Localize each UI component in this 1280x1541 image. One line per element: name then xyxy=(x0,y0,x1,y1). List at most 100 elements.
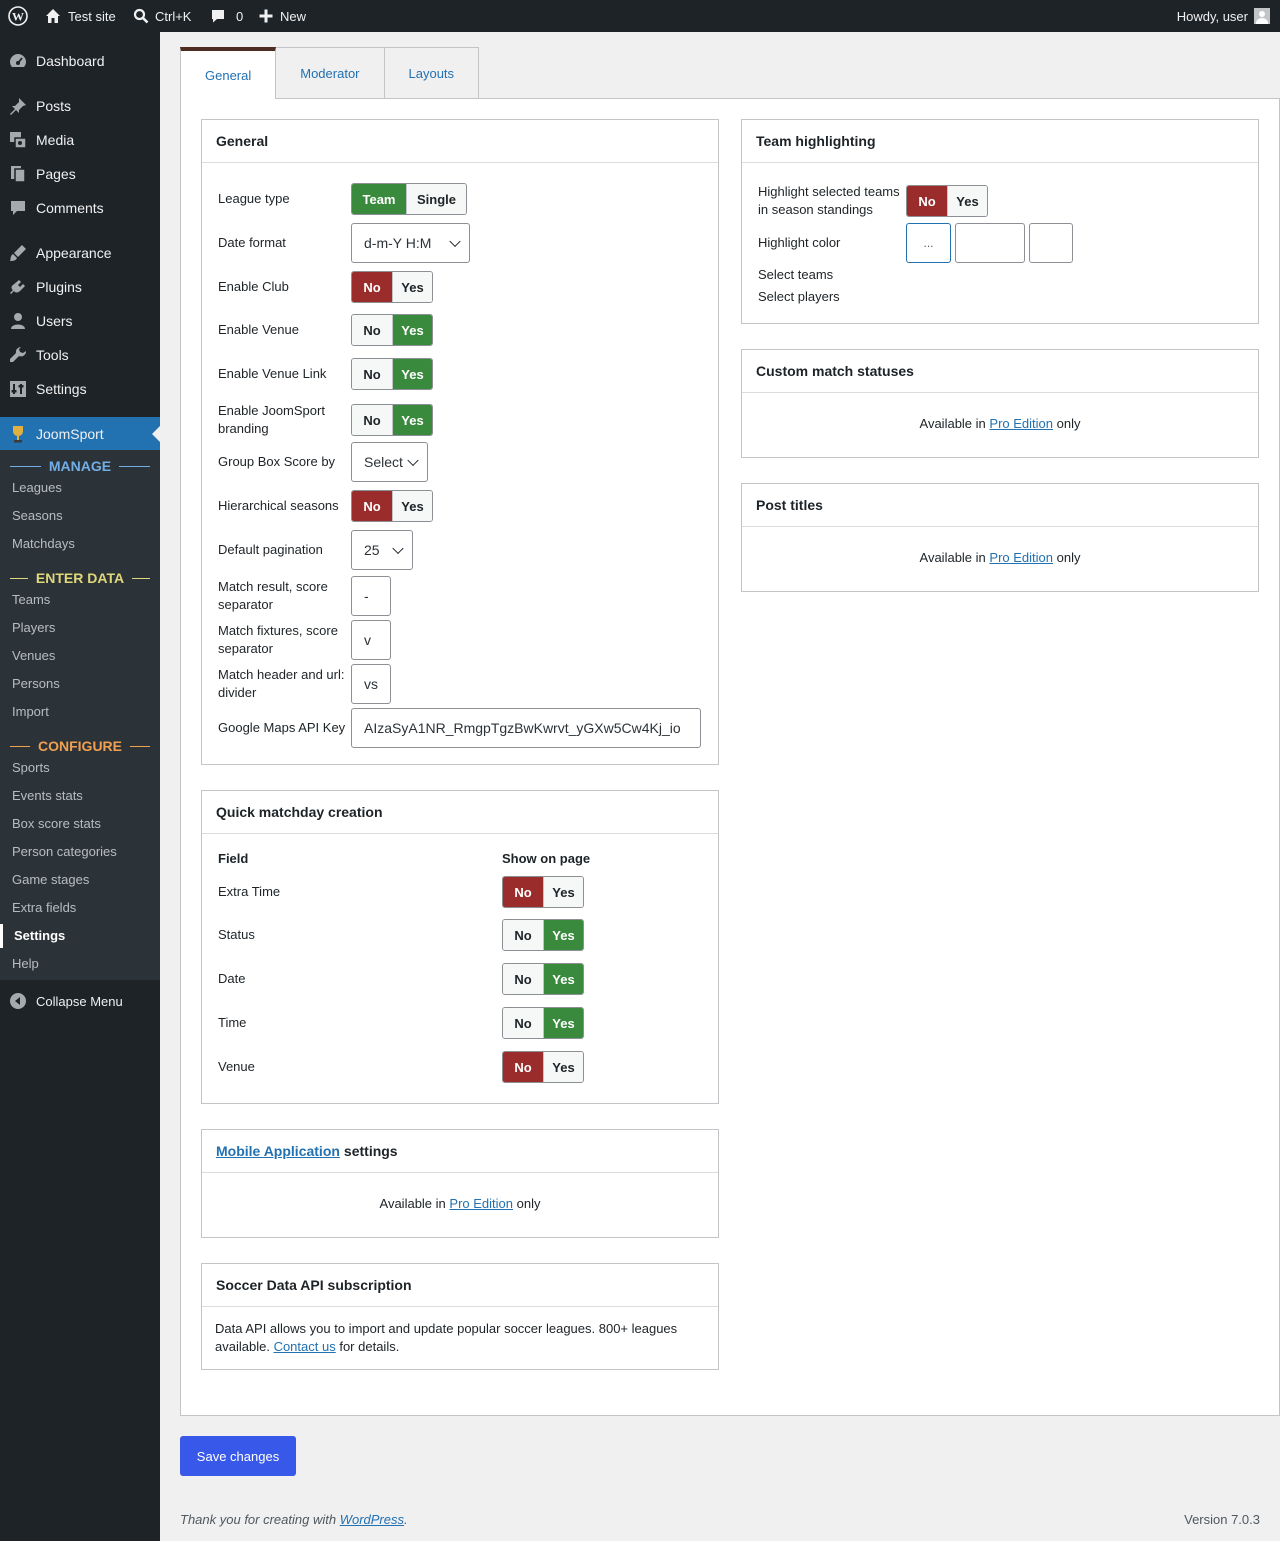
submenu-settings[interactable]: Settings xyxy=(14,926,65,946)
collapse-menu-button[interactable]: Collapse Menu xyxy=(0,984,160,1018)
current-item-indicator xyxy=(0,924,3,948)
enable-club-no[interactable]: No xyxy=(352,272,392,302)
enable-venue-yes[interactable]: Yes xyxy=(392,315,432,345)
enable-branding-no[interactable]: No xyxy=(352,405,392,435)
submenu-game-stages[interactable]: Game stages xyxy=(12,870,89,890)
comments-icon xyxy=(0,198,36,218)
command-search[interactable]: Ctrl+K xyxy=(133,0,191,32)
menu-dashboard[interactable]: Dashboard xyxy=(0,44,160,78)
admin-bar: W Test site Ctrl+K 0 New Howdy, user xyxy=(0,0,1280,32)
color-default-button[interactable] xyxy=(1029,223,1073,263)
enable-club-yes[interactable]: Yes xyxy=(392,272,432,302)
wordpress-link[interactable]: WordPress xyxy=(340,1512,404,1527)
submenu-box-score-stats[interactable]: Box score stats xyxy=(12,814,101,834)
menu-plugins[interactable]: Plugins xyxy=(0,270,160,304)
menu-pages[interactable]: Pages xyxy=(0,157,160,191)
maps-key-row: Google Maps API Key AIzaSyA1NR_RmgpTgzBw… xyxy=(218,708,701,748)
color-hex-input[interactable] xyxy=(955,223,1025,263)
date-format-select[interactable]: d-m-Y H:M xyxy=(351,223,470,263)
quick-extra-time-yes[interactable]: Yes xyxy=(543,877,583,907)
enable-venue-link-no[interactable]: No xyxy=(352,359,392,389)
quick-date-yes[interactable]: Yes xyxy=(543,964,583,994)
contact-us-link[interactable]: Contact us xyxy=(274,1339,336,1354)
fixtures-separator-label: Match fixtures, score separator xyxy=(218,623,338,656)
enable-venue-link-toggle: No Yes xyxy=(351,358,433,390)
mobile-pro-note: Available in Pro Edition only xyxy=(202,1196,718,1211)
header-divider-input[interactable]: vs xyxy=(351,664,391,704)
submenu-venues[interactable]: Venues xyxy=(12,646,55,666)
default-pagination-select[interactable]: 25 xyxy=(351,530,413,570)
tab-moderator[interactable]: Moderator xyxy=(275,47,385,99)
highlight-teams-no[interactable]: No xyxy=(907,186,947,216)
tab-general[interactable]: General xyxy=(180,47,277,99)
quick-venue-no[interactable]: No xyxy=(503,1052,543,1082)
highlight-teams-yes[interactable]: Yes xyxy=(947,186,987,216)
menu-joomsport[interactable]: JoomSport xyxy=(0,417,160,451)
enable-venue-label: Enable Venue xyxy=(218,322,299,337)
wordpress-logo-icon[interactable]: W xyxy=(8,0,28,32)
mobile-pro-edition-link[interactable]: Pro Edition xyxy=(449,1196,513,1211)
new-label: New xyxy=(280,8,307,24)
submenu-sports[interactable]: Sports xyxy=(12,758,50,778)
mobile-app-link[interactable]: Mobile Application xyxy=(216,1143,340,1159)
fixtures-separator-input[interactable]: v xyxy=(351,620,391,660)
site-name-link[interactable]: Test site xyxy=(44,0,116,32)
quick-extra-time-no[interactable]: No xyxy=(503,877,543,907)
save-changes-button[interactable]: Save changes xyxy=(180,1436,296,1476)
submenu-seasons[interactable]: Seasons xyxy=(12,506,63,526)
quick-status-no[interactable]: No xyxy=(503,920,543,950)
menu-settings[interactable]: Settings xyxy=(0,372,160,406)
group-box-score-select[interactable]: Select xyxy=(351,442,428,482)
post-titles-pro-edition-link[interactable]: Pro Edition xyxy=(989,550,1053,565)
hierarchical-seasons-no[interactable]: No xyxy=(352,491,392,521)
menu-posts[interactable]: Posts xyxy=(0,89,160,123)
submenu-players[interactable]: Players xyxy=(12,618,55,638)
enable-venue-link-yes[interactable]: Yes xyxy=(392,359,432,389)
mobile-pro-suffix: only xyxy=(516,1196,541,1211)
default-pagination-label: Default pagination xyxy=(218,542,323,557)
menu-users[interactable]: Users xyxy=(0,304,160,338)
result-separator-input[interactable]: - xyxy=(351,576,391,616)
menu-tools[interactable]: Tools xyxy=(0,338,160,372)
submenu-help[interactable]: Help xyxy=(12,954,39,974)
custom-statuses-pro-edition-link[interactable]: Pro Edition xyxy=(989,416,1053,431)
enable-branding-yes[interactable]: Yes xyxy=(392,405,432,435)
league-type-single-option[interactable]: Single xyxy=(406,184,466,214)
select-players-label[interactable]: Select players xyxy=(758,289,840,304)
quick-time-yes[interactable]: Yes xyxy=(543,1008,583,1038)
quick-time-no[interactable]: No xyxy=(503,1008,543,1038)
select-teams-label[interactable]: Select teams xyxy=(758,267,833,282)
league-type-team-option[interactable]: Team xyxy=(352,184,406,214)
enable-venue-no[interactable]: No xyxy=(352,315,392,345)
quick-status-yes[interactable]: Yes xyxy=(543,920,583,950)
menu-media[interactable]: Media xyxy=(0,123,160,157)
post-titles-box: Post titles Available in Pro Edition onl… xyxy=(741,483,1259,592)
hierarchical-seasons-yes[interactable]: Yes xyxy=(392,491,432,521)
general-box-title: General xyxy=(202,120,718,163)
submenu-leagues[interactable]: Leagues xyxy=(12,478,62,498)
quick-venue-yes[interactable]: Yes xyxy=(543,1052,583,1082)
menu-comments[interactable]: Comments xyxy=(0,191,160,225)
maps-key-input[interactable]: AIzaSyA1NR_RmgpTgzBwKwrvt_yGXw5Cw4Kj_io xyxy=(351,708,701,748)
hierarchical-seasons-label: Hierarchical seasons xyxy=(218,498,339,513)
quick-date-no[interactable]: No xyxy=(503,964,543,994)
sliders-icon xyxy=(0,379,36,399)
new-content-link[interactable]: New xyxy=(258,0,306,32)
svg-text:W: W xyxy=(12,10,24,24)
submenu-persons[interactable]: Persons xyxy=(12,674,60,694)
group-box-score-label: Group Box Score by xyxy=(218,454,336,469)
comments-link[interactable]: 0 xyxy=(210,0,243,32)
highlight-teams-toggle: No Yes xyxy=(906,185,988,217)
submenu-events-stats[interactable]: Events stats xyxy=(12,786,83,806)
tab-layouts[interactable]: Layouts xyxy=(383,47,480,99)
submenu-teams[interactable]: Teams xyxy=(12,590,50,610)
chevron-down-icon xyxy=(449,235,461,248)
account-menu[interactable]: Howdy, user xyxy=(1177,0,1270,32)
menu-settings-label: Settings xyxy=(36,381,87,397)
color-picker-button[interactable]: ... xyxy=(906,223,951,263)
submenu-import[interactable]: Import xyxy=(12,702,49,722)
submenu-person-categories[interactable]: Person categories xyxy=(12,842,117,862)
submenu-extra-fields[interactable]: Extra fields xyxy=(12,898,76,918)
menu-appearance[interactable]: Appearance xyxy=(0,236,160,270)
submenu-matchdays[interactable]: Matchdays xyxy=(12,534,75,554)
